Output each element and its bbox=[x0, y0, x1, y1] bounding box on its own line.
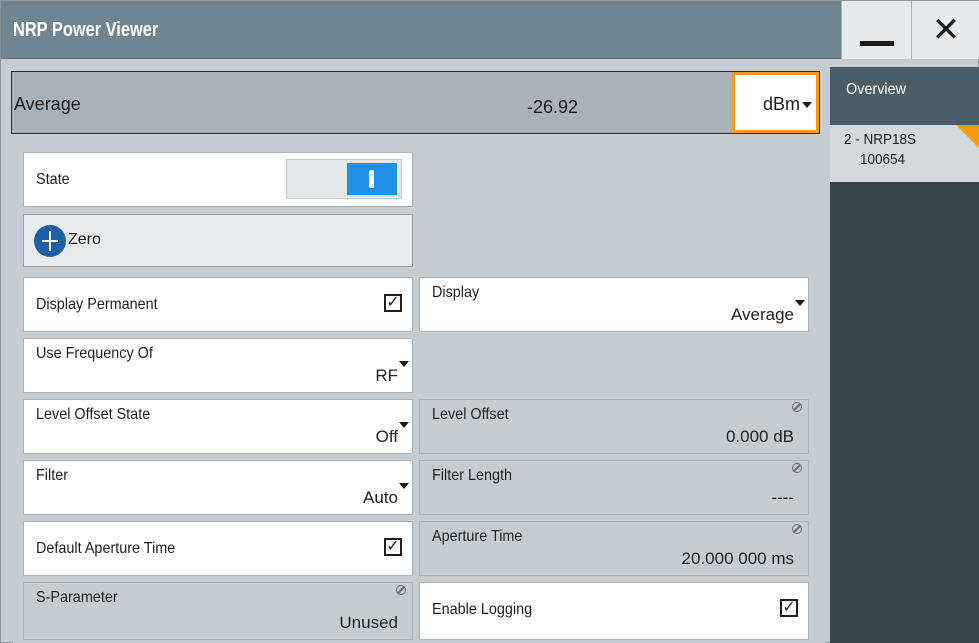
s-parameter-value: Unused bbox=[339, 613, 398, 632]
sidebar-item-sensor[interactable]: 2 - NRP18S 100654 bbox=[830, 125, 979, 182]
title-bar: NRP Power Viewer ✕ bbox=[1, 1, 979, 59]
close-button[interactable]: ✕ bbox=[911, 1, 979, 59]
state-label: State bbox=[36, 171, 70, 188]
display-permanent-checkbox[interactable]: ✓ bbox=[384, 294, 402, 312]
disabled-icon bbox=[792, 402, 802, 412]
chevron-down-icon bbox=[795, 300, 805, 306]
average-readout: Average -26.92 dBm bbox=[11, 71, 820, 134]
filter-label: Filter bbox=[36, 467, 69, 484]
filter-length-label: Filter Length bbox=[432, 467, 513, 484]
filter-length-value: ---- bbox=[771, 488, 794, 507]
level-offset-label: Level Offset bbox=[432, 406, 509, 423]
chevron-down-icon bbox=[802, 102, 812, 108]
selected-corner-marker bbox=[956, 125, 979, 149]
enable-logging-checkbox[interactable]: ✓ bbox=[780, 599, 798, 617]
default-aperture-time-label: Default Aperture Time bbox=[36, 540, 176, 557]
average-label: Average bbox=[14, 94, 81, 114]
minimize-button[interactable] bbox=[841, 1, 911, 59]
window-title: NRP Power Viewer bbox=[13, 19, 159, 41]
zero-crosshair-icon bbox=[34, 225, 66, 257]
sidebar: Overview 2 - NRP18S 100654 bbox=[830, 67, 979, 643]
disabled-icon bbox=[792, 463, 802, 473]
state-field: State bbox=[23, 152, 413, 207]
filter-length-field: Filter Length ---- bbox=[419, 460, 809, 515]
display-dropdown[interactable]: Display Average bbox=[419, 277, 809, 332]
level-offset-value: 0.000 dB bbox=[725, 427, 794, 446]
enable-logging-field[interactable]: Enable Logging ✓ bbox=[419, 582, 809, 640]
unit-value: dBm bbox=[762, 94, 800, 114]
chevron-down-icon bbox=[399, 422, 409, 428]
display-permanent-field[interactable]: Display Permanent ✓ bbox=[23, 277, 413, 332]
sensor-serial: 100654 bbox=[860, 151, 906, 168]
unit-dropdown[interactable]: dBm bbox=[732, 72, 819, 133]
minimize-icon bbox=[859, 40, 894, 46]
level-offset-state-dropdown[interactable]: Level Offset State Off bbox=[23, 399, 413, 454]
s-parameter-label: S-Parameter bbox=[36, 589, 118, 606]
aperture-time-field: Aperture Time 20.000 000 ms bbox=[419, 521, 809, 576]
s-parameter-field: S-Parameter Unused bbox=[23, 582, 413, 640]
level-offset-state-label: Level Offset State bbox=[36, 406, 151, 423]
filter-value: Auto bbox=[363, 488, 398, 507]
use-frequency-of-label: Use Frequency Of bbox=[36, 345, 153, 362]
nrp-power-viewer-window: NRP Power Viewer ✕ Average -26.92 dBm St… bbox=[0, 0, 979, 643]
state-toggle[interactable] bbox=[286, 159, 402, 199]
filter-dropdown[interactable]: Filter Auto bbox=[23, 460, 413, 515]
display-value: Average bbox=[730, 305, 794, 324]
close-icon: ✕ bbox=[931, 11, 961, 49]
enable-logging-label: Enable Logging bbox=[432, 601, 533, 618]
overview-label: Overview bbox=[846, 81, 907, 98]
level-offset-field: Level Offset 0.000 dB bbox=[419, 399, 809, 454]
display-label: Display bbox=[432, 284, 480, 301]
sidebar-item-overview[interactable]: Overview bbox=[830, 67, 979, 125]
default-aperture-time-checkbox[interactable]: ✓ bbox=[384, 538, 402, 556]
chevron-down-icon bbox=[399, 483, 409, 489]
aperture-time-value: 20.000 000 ms bbox=[681, 549, 794, 568]
disabled-icon bbox=[396, 585, 406, 595]
aperture-time-label: Aperture Time bbox=[432, 528, 523, 545]
display-permanent-label: Display Permanent bbox=[36, 296, 158, 313]
default-aperture-time-field[interactable]: Default Aperture Time ✓ bbox=[23, 521, 413, 576]
average-value: -26.92 bbox=[527, 97, 579, 117]
use-frequency-of-value: RF bbox=[375, 366, 398, 385]
zero-button[interactable]: Zero bbox=[23, 214, 413, 267]
zero-label: Zero bbox=[68, 231, 101, 248]
chevron-down-icon bbox=[399, 361, 409, 367]
disabled-icon bbox=[792, 524, 802, 534]
toggle-knob bbox=[347, 163, 397, 195]
sensor-name: 2 - NRP18S bbox=[844, 131, 917, 148]
use-frequency-of-dropdown[interactable]: Use Frequency Of RF bbox=[23, 338, 413, 393]
level-offset-state-value: Off bbox=[375, 427, 398, 446]
